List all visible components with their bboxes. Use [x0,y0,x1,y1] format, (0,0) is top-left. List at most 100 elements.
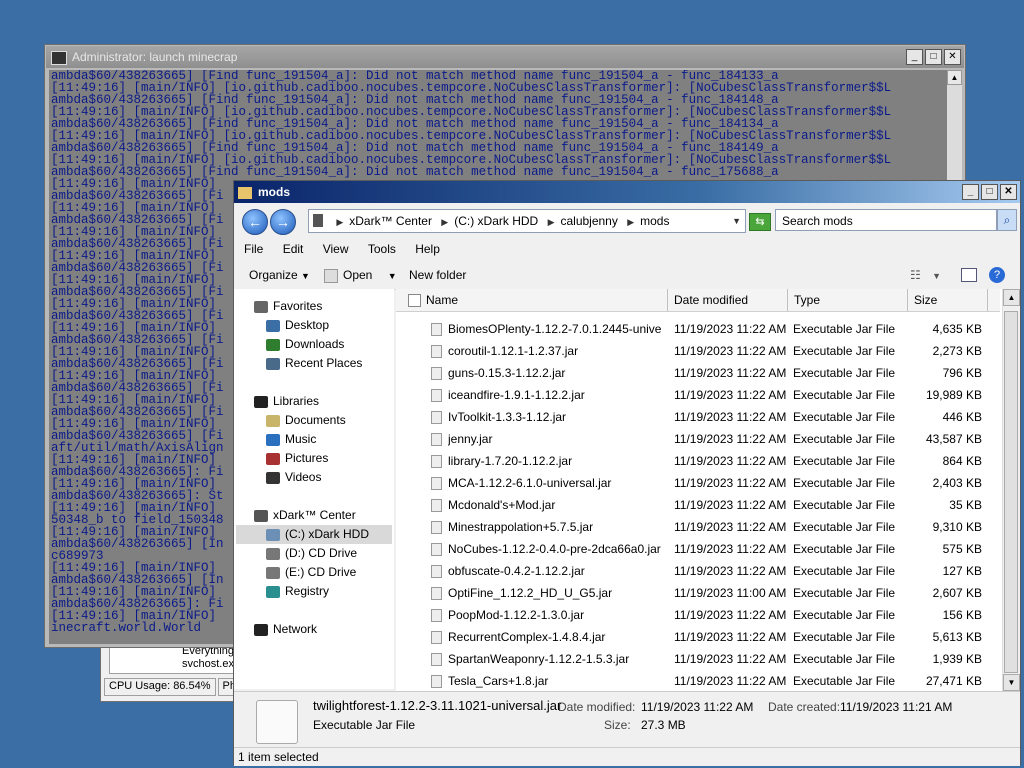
preview-pane-icon[interactable] [961,268,977,282]
nav-item-videos[interactable]: Videos [266,468,321,487]
breadcrumb-computer[interactable]: xDark™ Center [349,214,432,228]
jar-file-icon [431,543,442,556]
nav-item-computer[interactable]: xDark™ Center [254,506,356,525]
file-row[interactable]: Minestrappolation+5.7.5.jar 11/19/2023 11… [396,516,1000,538]
process-item[interactable]: svchost.exe [110,658,238,671]
file-row[interactable]: PoopMod-1.12.2-1.3.0.jar 11/19/2023 11:22… [396,604,1000,626]
nav-item-documents[interactable]: Documents [266,411,346,430]
file-size: 5,613 KB [932,630,982,644]
file-name: Tesla_Cars+1.8.jar [448,674,549,688]
file-size: 9,310 KB [932,520,982,534]
search-icon[interactable]: ⌕ [997,209,1017,231]
breadcrumb-drive[interactable]: (C:) xDark HDD [454,214,538,228]
console-titlebar[interactable]: Administrator: launch minecrap _ □ ✕ [46,46,964,68]
file-size: 575 KB [942,542,982,556]
file-date: 11/19/2023 11:00 AM [674,586,786,600]
file-list-scrollbar[interactable]: ▲ ▼ [1002,289,1020,691]
breadcrumb-separator[interactable]: ▶ [548,217,555,227]
file-row[interactable]: RecurrentComplex-1.4.8.4.jar 11/19/2023 1… [396,626,1000,648]
file-row[interactable]: OptiFine_1.12.2_HD_U_G5.jar 11/19/2023 11… [396,582,1000,604]
file-row[interactable]: guns-0.15.3-1.12.2.jar 11/19/2023 11:22 A… [396,362,1000,384]
breadcrumb-user[interactable]: calubjenny [560,214,617,228]
nav-item-registry[interactable]: Registry [266,582,329,601]
menu-view[interactable]: View [323,242,349,256]
address-bar[interactable]: ▶ xDark™ Center ▶ (C:) xDark HDD ▶ calubjen… [308,209,746,233]
folder-icon [238,186,252,199]
chevron-down-icon[interactable]: ▼ [732,210,741,232]
file-row[interactable]: SpartanWeaponry-1.12.2-1.5.3.jar 11/19/20… [396,648,1000,670]
menu-help[interactable]: Help [415,242,440,256]
file-row[interactable]: IvToolkit-1.3.3-1.12.jar 11/19/2023 11:22… [396,406,1000,428]
maximize-button[interactable]: □ [925,49,942,65]
file-type: Executable Jar File [793,630,896,644]
nav-item-libraries[interactable]: Libraries [254,392,319,411]
file-row[interactable]: jenny.jar 11/19/2023 11:22 AM Executable J… [396,428,1000,450]
close-button[interactable]: ✕ [1000,184,1017,200]
organize-button[interactable]: Organize ▼ [249,261,310,290]
back-button[interactable]: ← [242,209,268,235]
minimize-button[interactable]: _ [962,184,979,200]
column-type[interactable]: Type [788,289,908,311]
breadcrumb-mods[interactable]: mods [640,214,669,228]
nav-item-cd-drive[interactable]: (D:) CD Drive [266,544,357,563]
file-row[interactable]: library-1.7.20-1.12.2.jar 11/19/2023 11:2… [396,450,1000,472]
column-date-modified[interactable]: Date modified [668,289,788,311]
nav-item-cd-drive[interactable]: (E:) CD Drive [266,563,356,582]
nav-item-recent-places[interactable]: Recent Places [266,354,362,373]
explorer-titlebar[interactable]: mods _ □ ✕ [234,181,1020,203]
minimize-button[interactable]: _ [906,49,923,65]
file-row[interactable]: BiomesOPlenty-1.12.2-7.0.1.2445-univer..… [396,318,1000,340]
scroll-up-button[interactable]: ▲ [947,70,962,85]
nav-item-hdd[interactable]: (C:) xDark HDD [236,525,392,544]
scroll-down-button[interactable]: ▼ [1003,674,1020,691]
scroll-thumb[interactable] [1004,311,1018,673]
date-created-value: 11/19/2023 11:21 AM [840,700,953,714]
file-row[interactable]: MCA-1.12.2-6.1.0-universal.jar 11/19/2023… [396,472,1000,494]
nav-item-label: Recent Places [285,356,363,370]
view-options-icon[interactable]: ☷ ▼ [910,261,941,290]
search-input[interactable]: Search mods [775,209,997,231]
file-type: Executable Jar File [793,388,896,402]
file-size: 27,471 KB [925,674,982,688]
explorer-window[interactable]: mods _ □ ✕ ← → ▶ xDark™ Center ▶ (C:) xDar… [233,180,1021,766]
nav-item-music[interactable]: Music [266,430,316,449]
forward-button[interactable]: → [270,209,296,235]
nav-item-star[interactable]: Favorites [254,297,322,316]
file-row[interactable]: iceandfire-1.9.1-1.12.2.jar 11/19/2023 11… [396,384,1000,406]
menu-file[interactable]: File [244,242,263,256]
close-button[interactable]: ✕ [944,49,961,65]
file-row[interactable]: coroutil-1.12.1-1.2.37.jar 11/19/2023 11:… [396,340,1000,362]
menu-edit[interactable]: Edit [283,242,304,256]
hdd-icon [266,528,280,541]
file-row[interactable]: Tesla_Cars+1.8.jar 11/19/2023 11:22 AM Exe… [396,670,1000,691]
file-list[interactable]: Name Date modified Type Size BiomesOPlen… [396,289,1020,691]
new-folder-button[interactable]: New folder [409,261,466,289]
breadcrumb-separator[interactable]: ▶ [336,217,343,227]
console-line: inecraft.world.World [51,621,202,635]
task-manager-window: Everything svchost.exe CPU Usage: 86.54%… [100,640,252,702]
file-row[interactable]: Mcdonald's+Mod.jar 11/19/2023 11:22 AM Exe… [396,494,1000,516]
column-name[interactable]: Name [420,289,668,311]
navigation-pane[interactable]: Favorites Desktop Downloads Recent Places Li… [234,289,394,689]
scroll-up-button[interactable]: ▲ [1003,289,1020,306]
column-size[interactable]: Size [908,289,988,311]
jar-file-icon [431,345,442,358]
breadcrumb-separator[interactable]: ▶ [627,217,634,227]
refresh-button[interactable]: ⇆ [749,213,771,231]
nav-item-desktop[interactable]: Desktop [266,316,329,335]
open-button[interactable]: Open ▼ [324,261,397,290]
help-icon[interactable]: ? [989,267,1005,283]
process-list[interactable]: Everything svchost.exe [109,644,239,674]
maximize-button[interactable]: □ [981,184,998,200]
menu-tools[interactable]: Tools [368,242,396,256]
breadcrumb-separator[interactable]: ▶ [441,217,448,227]
nav-item-label: Music [285,432,317,446]
file-row[interactable]: NoCubes-1.12.2-0.4.0-pre-2dca66a0.jar 11/… [396,538,1000,560]
file-date: 11/19/2023 11:22 AM [674,322,786,336]
computer-icon [313,214,323,227]
nav-item-pictures[interactable]: Pictures [266,449,328,468]
nav-item-downloads[interactable]: Downloads [266,335,344,354]
file-name: RecurrentComplex-1.4.8.4.jar [448,630,606,644]
nav-item-network[interactable]: Network [254,620,317,639]
file-row[interactable]: obfuscate-0.4.2-1.12.2.jar 11/19/2023 11:… [396,560,1000,582]
